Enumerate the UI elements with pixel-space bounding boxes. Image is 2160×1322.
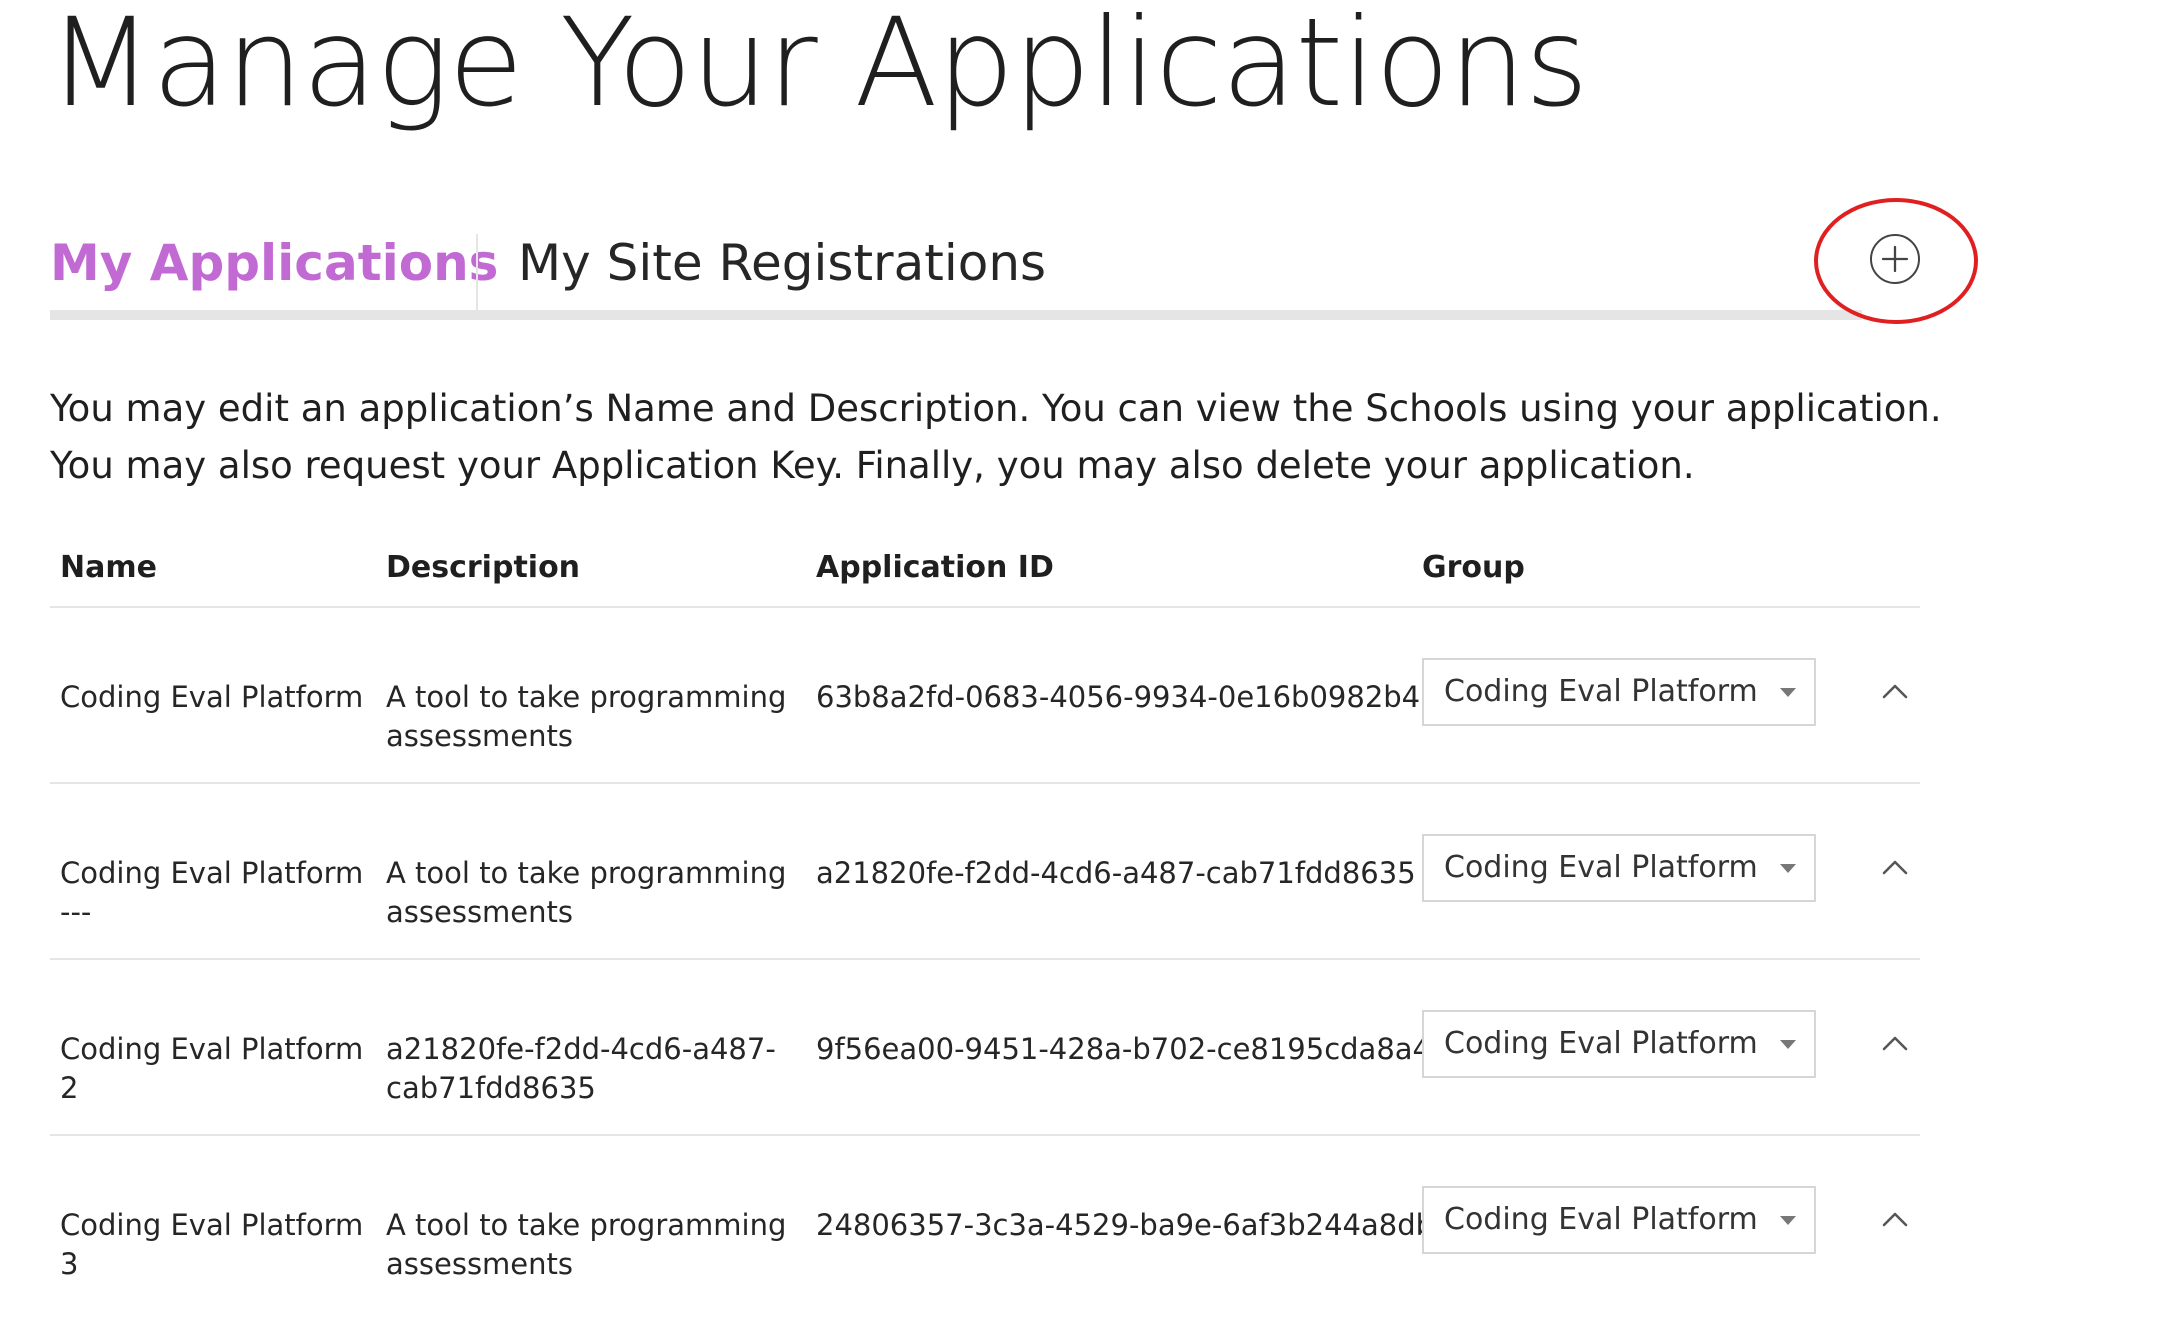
caret-down-icon bbox=[1780, 864, 1796, 873]
chevron-up-icon[interactable] bbox=[1880, 1028, 1910, 1058]
table-header: Name Description Application ID Group bbox=[50, 536, 1920, 608]
chevron-up-icon[interactable] bbox=[1880, 676, 1910, 706]
group-select[interactable]: Coding Eval Platform bbox=[1422, 658, 1816, 726]
group-select-value: Coding Eval Platform bbox=[1444, 1202, 1758, 1237]
header-group: Group bbox=[1422, 550, 1525, 585]
group-select-value: Coding Eval Platform bbox=[1444, 1026, 1758, 1061]
row-application-id: a21820fe-f2dd-4cd6-a487-cab71fdd8635 bbox=[816, 856, 1416, 890]
page-title: Manage Your Applications bbox=[48, 0, 1589, 134]
tab-bar: My Applications My Site Registrations bbox=[50, 222, 1860, 314]
chevron-up-icon[interactable] bbox=[1880, 1204, 1910, 1234]
row-application-id: 63b8a2fd-0683-4056-9934-0e16b0982b49 bbox=[816, 680, 1439, 714]
caret-down-icon bbox=[1780, 1040, 1796, 1049]
group-select-value: Coding Eval Platform bbox=[1444, 674, 1758, 709]
chevron-up-icon[interactable] bbox=[1880, 852, 1910, 882]
caret-down-icon bbox=[1780, 688, 1796, 697]
group-select[interactable]: Coding Eval Platform bbox=[1422, 1186, 1816, 1254]
table-row: Coding Eval Platform 2 a21820fe-f2dd-4cd… bbox=[50, 960, 1920, 1136]
tab-my-applications[interactable]: My Applications bbox=[50, 234, 498, 292]
tab-divider bbox=[476, 234, 478, 312]
table-row: Coding Eval Platform 3 A tool to take pr… bbox=[50, 1136, 1920, 1310]
row-application-id: 24806357-3c3a-4529-ba9e-6af3b244a8db bbox=[816, 1208, 1435, 1242]
row-description: a21820fe-f2dd-4cd6-a487-cab71fdd8635 bbox=[386, 1032, 776, 1105]
row-name: Coding Eval Platform bbox=[60, 680, 364, 714]
row-application-id: 9f56ea00-9451-428a-b702-ce8195cda8a4 bbox=[816, 1032, 1432, 1066]
group-select-value: Coding Eval Platform bbox=[1444, 850, 1758, 885]
header-application-id: Application ID bbox=[816, 550, 1054, 585]
group-select[interactable]: Coding Eval Platform bbox=[1422, 1010, 1816, 1078]
caret-down-icon bbox=[1780, 1216, 1796, 1225]
table-row: Coding Eval Platform --- A tool to take … bbox=[50, 784, 1920, 960]
row-name: Coding Eval Platform 2 bbox=[60, 1032, 364, 1105]
row-description: A tool to take programming assessments bbox=[386, 856, 787, 929]
applications-table: Name Description Application ID Group Co… bbox=[50, 536, 1920, 1310]
plus-circle-icon bbox=[1881, 245, 1909, 273]
tab-underline bbox=[50, 310, 1862, 320]
header-name: Name bbox=[60, 550, 157, 585]
table-row: Coding Eval Platform A tool to take prog… bbox=[50, 608, 1920, 784]
group-select[interactable]: Coding Eval Platform bbox=[1422, 834, 1816, 902]
row-name: Coding Eval Platform 3 bbox=[60, 1208, 364, 1281]
intro-text: You may edit an application’s Name and D… bbox=[50, 387, 1942, 487]
add-application-button[interactable] bbox=[1870, 234, 1920, 284]
row-description: A tool to take programming assessments bbox=[386, 680, 787, 753]
tab-my-site-registrations[interactable]: My Site Registrations bbox=[518, 234, 1046, 292]
header-description: Description bbox=[386, 550, 581, 585]
row-description: A tool to take programming assessments bbox=[386, 1208, 787, 1281]
row-name: Coding Eval Platform --- bbox=[60, 856, 364, 929]
